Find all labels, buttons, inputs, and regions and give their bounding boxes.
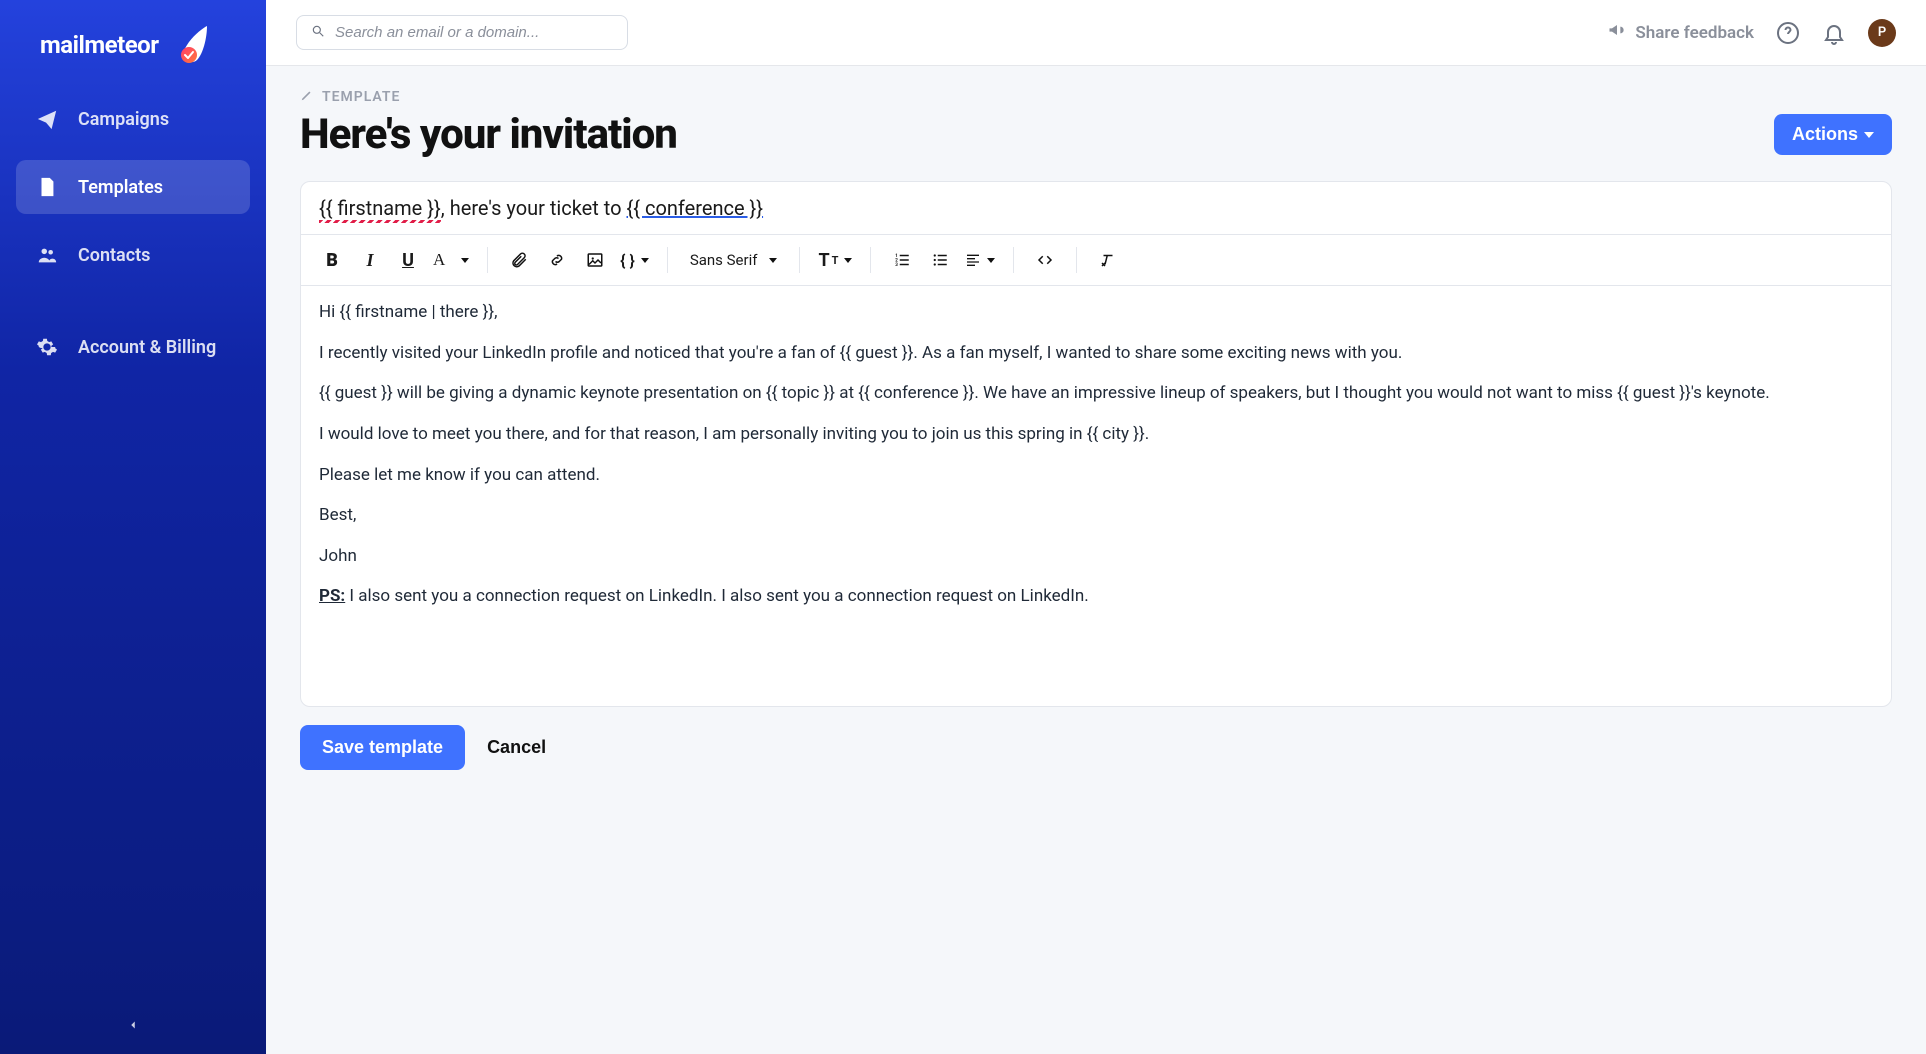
attachment-button[interactable]: [502, 243, 536, 277]
sidebar-item-campaigns[interactable]: Campaigns: [16, 92, 250, 146]
ps-label: PS:: [319, 586, 345, 606]
send-icon: [36, 108, 58, 130]
brand-name: mailmeteor: [40, 31, 159, 59]
cancel-button[interactable]: Cancel: [487, 737, 546, 758]
breadcrumb-label: TEMPLATE: [322, 89, 400, 105]
subject-var-firstname: {{ firstname }}: [319, 196, 441, 220]
toolbar-divider: [667, 247, 668, 273]
subject-text-middle: , here's your ticket to: [441, 196, 627, 220]
toolbar-divider: [1076, 247, 1077, 273]
body-paragraph: Best,: [319, 503, 1873, 528]
body-paragraph: {{ guest }} will be giving a dynamic key…: [319, 381, 1873, 406]
body-paragraph: Hi {{ firstname | there }},: [319, 300, 1873, 325]
share-feedback-label: Share feedback: [1635, 23, 1754, 43]
bold-button[interactable]: B: [315, 243, 349, 277]
document-icon: [36, 176, 58, 198]
body-paragraph: I would love to meet you there, and for …: [319, 422, 1873, 447]
subject-var-conference: {{ conference }}: [627, 196, 764, 220]
sidebar-item-label: Templates: [78, 177, 163, 198]
image-button[interactable]: [578, 243, 612, 277]
toolbar-divider: [1013, 247, 1014, 273]
brand-logo[interactable]: mailmeteor: [0, 0, 266, 92]
font-family-select[interactable]: Sans Serif: [682, 251, 786, 269]
sidebar-item-label: Campaigns: [78, 109, 169, 130]
notifications-button[interactable]: [1822, 21, 1846, 45]
megaphone-icon: [1607, 20, 1627, 45]
caret-down-icon: [641, 258, 649, 263]
caret-down-icon: [844, 258, 852, 263]
align-button[interactable]: [961, 243, 999, 277]
topbar: Share feedback P: [266, 0, 1926, 66]
font-family-label: Sans Serif: [690, 251, 758, 269]
caret-down-icon: [769, 258, 777, 263]
body-paragraph: I recently visited your LinkedIn profile…: [319, 341, 1873, 366]
caret-down-icon: [461, 258, 469, 263]
editor-card: {{ firstname }}, here's your ticket to {…: [300, 181, 1892, 707]
toolbar-divider: [487, 247, 488, 273]
sidebar-item-label: Account & Billing: [78, 337, 216, 358]
ordered-list-button[interactable]: 123: [885, 243, 919, 277]
subject-input[interactable]: {{ firstname }}, here's your ticket to {…: [301, 182, 1891, 235]
body-paragraph: PS: I also sent you a connection request…: [319, 584, 1873, 609]
text-color-dropdown[interactable]: [453, 243, 473, 277]
sidebar-item-templates[interactable]: Templates: [16, 160, 250, 214]
search-input[interactable]: [335, 24, 613, 41]
font-size-button[interactable]: TT: [814, 243, 856, 277]
editor-body[interactable]: Hi {{ firstname | there }}, I recently v…: [301, 286, 1891, 706]
caret-down-icon: [987, 258, 995, 263]
avatar[interactable]: P: [1868, 19, 1896, 47]
sidebar-item-contacts[interactable]: Contacts: [16, 228, 250, 282]
save-template-button[interactable]: Save template: [300, 725, 465, 770]
page-title: Here's your invitation: [300, 110, 677, 159]
people-icon: [36, 244, 58, 266]
breadcrumb: TEMPLATE: [300, 88, 1892, 106]
underline-button[interactable]: U: [391, 243, 425, 277]
avatar-initial: P: [1878, 25, 1886, 40]
meteor-icon: [167, 24, 209, 66]
search-input-wrap[interactable]: [296, 15, 628, 50]
actions-label: Actions: [1792, 124, 1858, 145]
help-button[interactable]: [1776, 21, 1800, 45]
ps-text: I also sent you a connection request on …: [345, 586, 1089, 606]
italic-button[interactable]: I: [353, 243, 387, 277]
clear-formatting-button[interactable]: [1091, 243, 1125, 277]
sidebar-collapse-button[interactable]: [126, 1017, 140, 1036]
svg-text:3: 3: [896, 262, 899, 268]
editor-toolbar: B I U A { } Sans Serif: [301, 235, 1891, 286]
link-button[interactable]: [540, 243, 574, 277]
pencil-icon: [300, 88, 314, 106]
variables-button[interactable]: { }: [616, 243, 653, 277]
toolbar-divider: [870, 247, 871, 273]
search-icon: [311, 23, 325, 42]
code-view-button[interactable]: [1028, 243, 1062, 277]
share-feedback-button[interactable]: Share feedback: [1607, 20, 1754, 45]
sidebar-item-label: Contacts: [78, 245, 150, 266]
toolbar-divider: [799, 247, 800, 273]
sidebar-item-account-billing[interactable]: Account & Billing: [16, 320, 250, 374]
unordered-list-button[interactable]: [923, 243, 957, 277]
actions-dropdown-button[interactable]: Actions: [1774, 114, 1892, 155]
caret-down-icon: [1864, 132, 1874, 138]
gear-icon: [36, 336, 58, 358]
text-color-button[interactable]: A: [429, 243, 449, 277]
body-paragraph: Please let me know if you can attend.: [319, 463, 1873, 488]
body-paragraph: John: [319, 544, 1873, 569]
sidebar: mailmeteor Campaigns Templates Contacts …: [0, 0, 266, 1054]
